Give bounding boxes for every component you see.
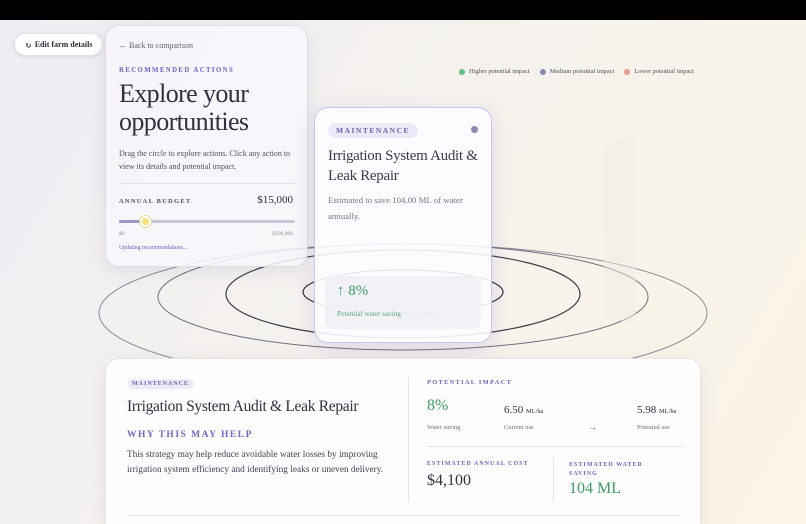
detail-title: Irrigation System Audit & Leak Repair [127,398,359,415]
featured-action-card[interactable]: MAINTENANCE Irrigation System Audit & Le… [314,107,492,343]
refresh-icon: ↻ [25,40,32,50]
legend-item: Higher potential impact [459,68,530,75]
water-saving-estimate-label: ESTIMATED WATER SAVING [569,462,643,477]
annual-cost-label: ESTIMATED ANNUAL COST [427,461,529,467]
potential-use-number: 5.98 [637,404,657,416]
legend-label: Higher potential impact [469,68,530,75]
impact-value: ↑ 8% [337,283,369,299]
legend-dot-icon [459,68,465,75]
budget-label: ANNUAL BUDGET [119,198,192,205]
legend-item: Lower potential impact [624,68,694,75]
impact-indicator-dot [471,126,478,133]
impact-label: Potential water saving [337,310,401,318]
background-action-card[interactable] [603,135,636,325]
why-heading: WHY THIS MAY HELP [127,430,253,440]
action-description: Estimated to save 104.00 ML of water ann… [328,195,463,221]
current-use-label: Current use [504,424,534,431]
potential-use-value: 5.98 ML/ha [637,404,676,416]
divider [127,515,681,516]
slider-min-label: $0 [119,231,125,237]
edit-farm-details-button[interactable]: ↻ Edit farm details [14,33,104,56]
water-saving-label: Water saving [427,424,461,431]
impact-heading: POTENTIAL IMPACT [427,379,513,386]
background-card-text [606,167,634,172]
divider [408,377,409,502]
budget-value: $15,000 [257,194,293,206]
why-text: This strategy may help reduce avoidable … [127,450,384,475]
divider [427,446,681,447]
legend-label: Medium potential impact [549,68,615,75]
category-badge: MAINTENANCE [328,123,419,138]
annual-cost-value: $4,100 [427,472,471,489]
status-text: Updating recommendations... [119,245,188,251]
action-title: Irrigation System Audit & Leak Repair [328,148,478,184]
edit-farm-details-label: Edit farm details [34,40,93,49]
budget-slider-thumb[interactable] [140,216,152,227]
legend-item: Medium potential impact [539,68,615,75]
impact-legend: Higher potential impact Medium potential … [459,68,694,75]
back-to-comparison-link[interactable]: ← Back to comparison [119,41,193,50]
recommended-actions-panel: ← Back to comparison RECOMMENDED ACTIONS… [105,25,308,267]
category-badge: MAINTENANCE [127,379,195,389]
section-eyebrow: RECOMMENDED ACTIONS [119,67,235,74]
legend-label: Lower potential impact [634,68,694,75]
action-detail-panel: MAINTENANCE Irrigation System Audit & Le… [105,358,701,524]
current-use-unit: ML/ha [526,408,544,415]
divider [119,183,295,184]
intro-text: Drag the circle to explore actions. Clic… [119,149,291,171]
potential-use-unit: ML/ha [659,408,677,415]
water-saving-value: 8% [427,397,449,414]
legend-dot-icon [624,68,631,75]
current-use-number: 6.50 [504,404,524,416]
arrow-right-icon: → [588,422,597,432]
water-saving-estimate-value: 104 ML [569,480,621,497]
legend-dot-icon [539,68,546,75]
potential-use-label: Potential use [637,424,670,431]
current-use-value: 6.50 ML/ha [504,404,543,416]
divider [553,457,554,502]
impact-summary: ↑ 8% Potential water saving [325,276,481,329]
budget-slider[interactable] [119,216,295,227]
top-black-bar [0,0,806,20]
slider-max-label: $100,000 [272,231,293,237]
page-title: Explore your opportunities [119,79,249,136]
